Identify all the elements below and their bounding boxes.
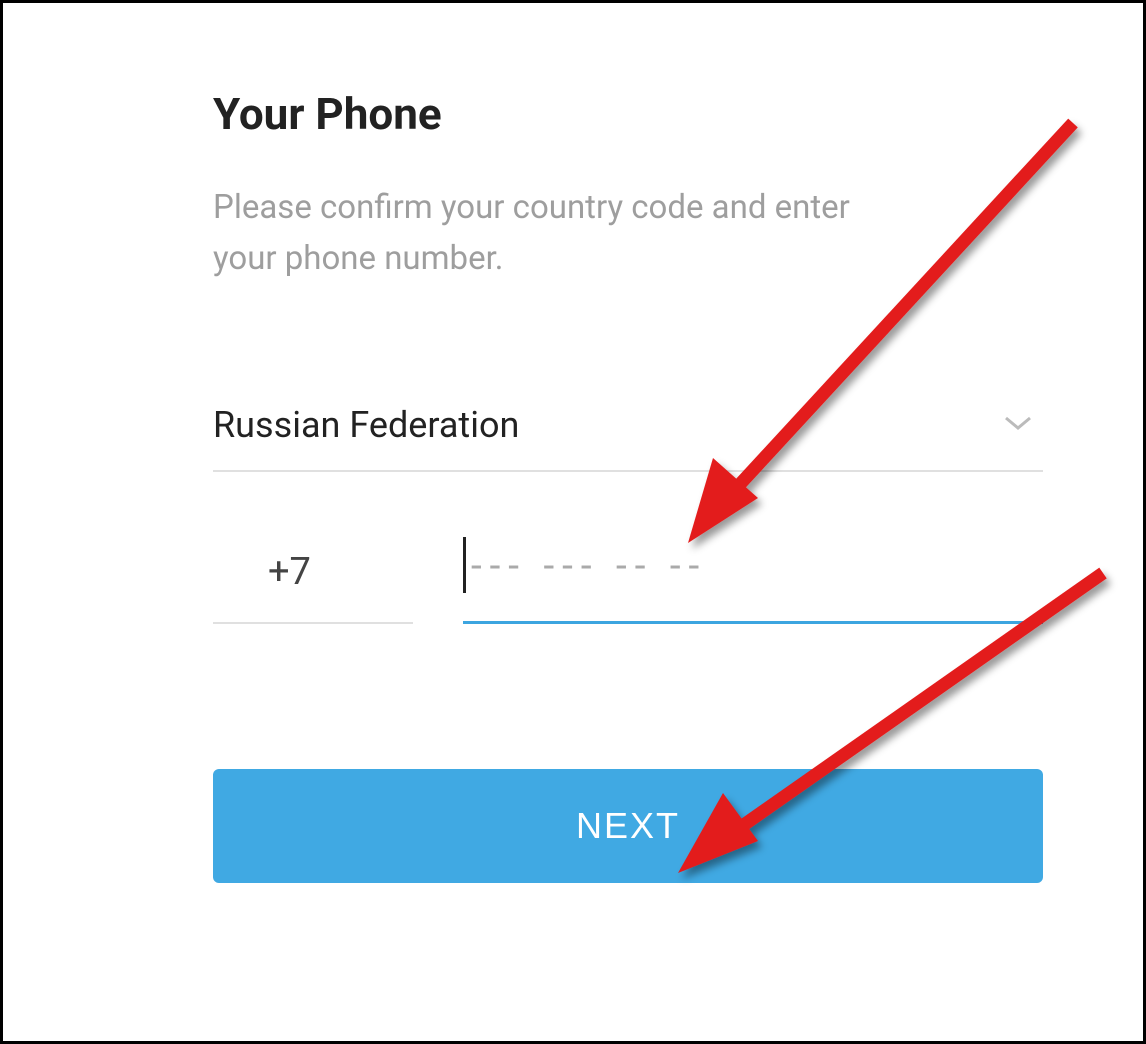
country-select[interactable]: Russian Federation	[213, 384, 1043, 472]
country-selected-label: Russian Federation	[213, 404, 519, 446]
chevron-down-icon	[1003, 414, 1033, 436]
phone-number-input[interactable]: --- --- -- --	[463, 537, 1043, 624]
phone-placeholder: --- --- -- --	[470, 544, 706, 587]
text-cursor	[463, 537, 466, 593]
phone-input-row: +7 --- --- -- --	[213, 537, 1043, 624]
country-code-field[interactable]: +7	[213, 550, 413, 624]
next-button[interactable]: NEXT	[213, 769, 1043, 883]
page-subtitle: Please confirm your country code and ent…	[213, 182, 893, 284]
page-title: Your Phone	[213, 88, 1043, 140]
